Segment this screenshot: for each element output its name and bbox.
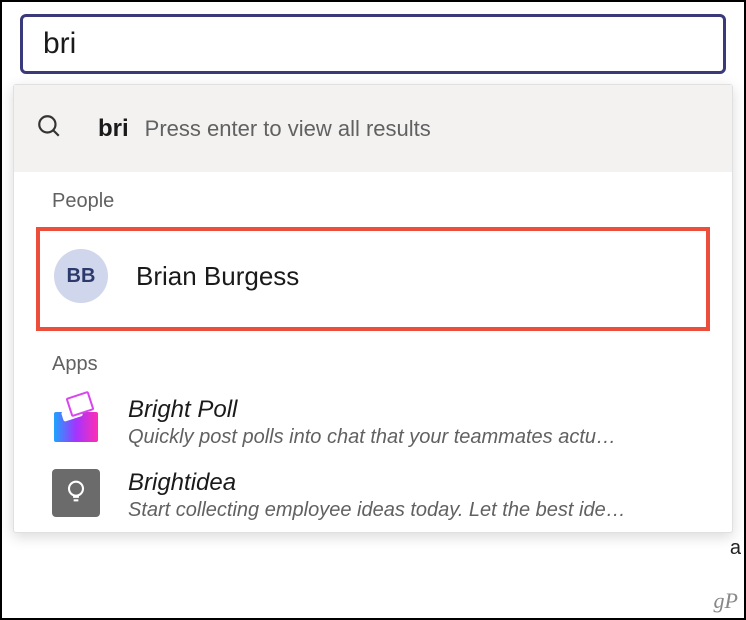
avatar: BB bbox=[54, 249, 108, 303]
people-result-row[interactable]: BB Brian Burgess bbox=[36, 227, 710, 331]
watermark: gP bbox=[714, 588, 738, 614]
person-name: Brian Burgess bbox=[136, 261, 299, 292]
app-name: Brightidea bbox=[128, 469, 626, 497]
brightidea-icon bbox=[52, 469, 100, 517]
avatar-initials: BB bbox=[67, 265, 96, 288]
app-description: Start collecting employee ideas today. L… bbox=[128, 499, 626, 522]
app-name: Bright Poll bbox=[128, 396, 616, 424]
search-input[interactable] bbox=[43, 27, 703, 61]
search-bar[interactable] bbox=[20, 14, 726, 74]
people-section-header: People bbox=[14, 172, 732, 223]
press-enter-hint: Press enter to view all results bbox=[145, 116, 431, 142]
app-result-row[interactable]: Brightidea Start collecting employee ide… bbox=[14, 459, 732, 532]
background-text-fragment: a bbox=[730, 537, 741, 560]
apps-section-header: Apps bbox=[14, 335, 732, 386]
brightpoll-icon bbox=[52, 396, 100, 444]
query-echo: bri bbox=[98, 115, 129, 143]
search-dropdown: bri Press enter to view all results Peop… bbox=[13, 84, 733, 533]
app-description: Quickly post polls into chat that your t… bbox=[128, 426, 616, 449]
app-result-row[interactable]: Bright Poll Quickly post polls into chat… bbox=[14, 386, 732, 459]
view-all-results-row[interactable]: bri Press enter to view all results bbox=[14, 85, 732, 172]
search-icon bbox=[36, 113, 62, 144]
